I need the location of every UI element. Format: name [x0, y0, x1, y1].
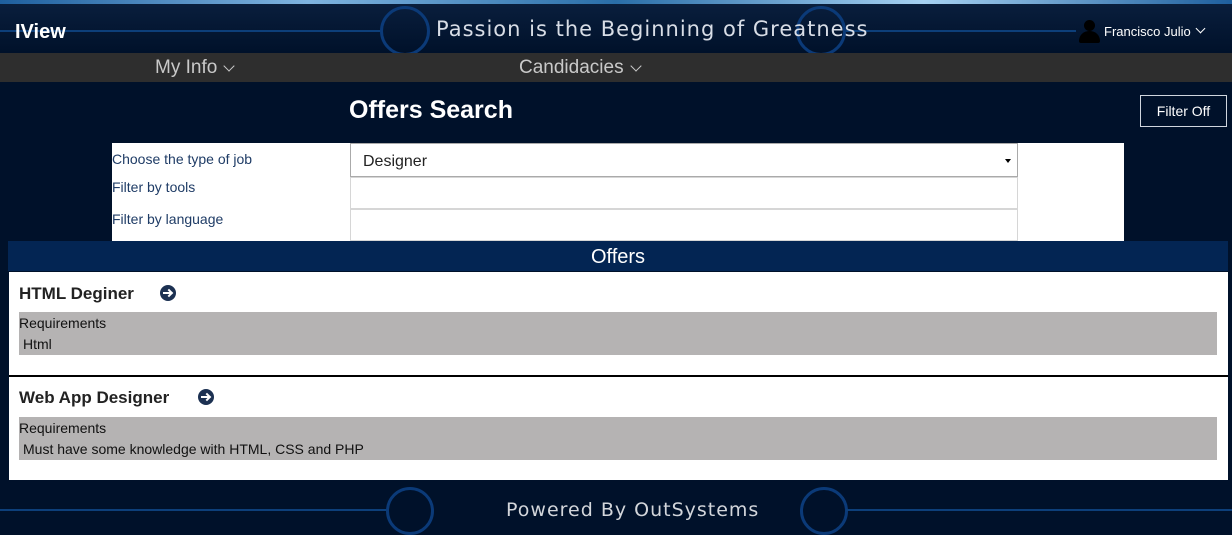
arrow-circle-right-icon[interactable]	[160, 285, 176, 301]
user-icon	[1078, 18, 1100, 44]
chevron-down-icon	[1195, 23, 1206, 33]
requirements-label: Requirements	[19, 420, 107, 436]
circuit-line	[846, 509, 1232, 511]
user-name: Francisco Julio	[1104, 23, 1191, 39]
language-label: Filter by language	[112, 211, 224, 227]
chevron-down-icon	[223, 60, 235, 72]
nav-item-my-info[interactable]: My Info	[155, 57, 235, 79]
nav-item-label: Candidacies	[519, 57, 624, 78]
nav-item-label: My Info	[155, 57, 218, 78]
tools-label: Filter by tools	[112, 179, 196, 195]
language-input[interactable]	[350, 209, 1018, 241]
offer-card: HTML Deginer Requirements Html	[9, 272, 1228, 375]
filter-off-button[interactable]: Filter Off	[1140, 95, 1227, 127]
app-logo[interactable]: IView	[15, 21, 66, 44]
requirements-value: Html	[23, 336, 52, 352]
requirements-box: Requirements Must have some knowledge wi…	[19, 417, 1217, 460]
chevron-down-icon	[629, 60, 642, 72]
requirements-box: Requirements Html	[19, 312, 1217, 355]
job-type-select[interactable]: Designer	[350, 143, 1018, 177]
app-slogan: Passion is the Beginning of Greatness	[436, 17, 869, 41]
offer-title: HTML Deginer	[19, 284, 134, 303]
main-nav: My Info Candidacies	[0, 53, 1232, 82]
job-type-value: Designer	[363, 153, 428, 170]
circuit-ring	[386, 487, 434, 535]
footer-text: Powered By OutSystems	[506, 499, 760, 521]
offers-header: Offers	[8, 241, 1228, 271]
circuit-line	[846, 30, 1076, 32]
circuit-ring	[380, 6, 430, 53]
requirements-value: Must have some knowledge with HTML, CSS …	[23, 441, 364, 457]
app-footer: Powered By OutSystems	[0, 481, 1232, 535]
job-type-label: Choose the type of job	[112, 151, 253, 167]
app-header: IView Passion is the Beginning of Greatn…	[0, 0, 1232, 53]
offer-card: Web App Designer Requirements Must have …	[9, 377, 1228, 480]
user-menu[interactable]: Francisco Julio	[1078, 18, 1206, 44]
header-accent-line	[0, 0, 1232, 4]
requirements-label: Requirements	[19, 315, 107, 331]
dropdown-caret-icon	[1005, 159, 1011, 163]
page-title: Offers Search	[349, 96, 513, 124]
tools-input[interactable]	[350, 177, 1018, 209]
arrow-circle-right-icon[interactable]	[198, 389, 214, 405]
nav-item-candidacies[interactable]: Candidacies	[519, 57, 642, 79]
offer-title: Web App Designer	[19, 388, 170, 407]
circuit-line	[0, 509, 388, 511]
circuit-ring	[800, 487, 848, 535]
filters-panel: Choose the type of job Designer Filter b…	[112, 143, 1124, 241]
